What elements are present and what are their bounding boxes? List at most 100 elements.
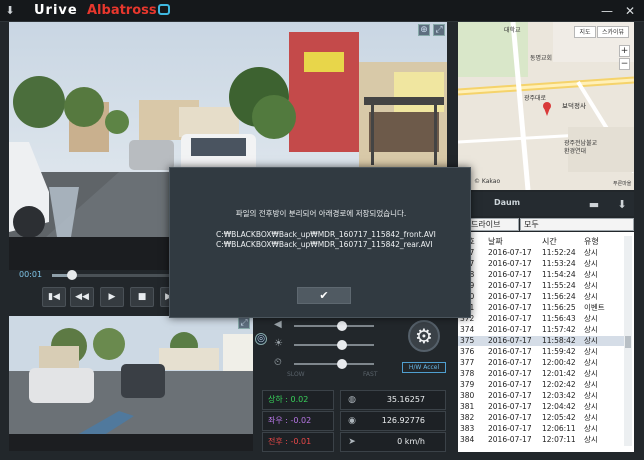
- table-row[interactable]: 376 2016-07-17 11:59:42 상시: [458, 347, 624, 357]
- download-icon[interactable]: ⬇: [2, 3, 18, 19]
- speed-handle[interactable]: [337, 359, 347, 369]
- table-row[interactable]: 3682016-07-1711:54:24상시: [458, 270, 624, 280]
- table-row[interactable]: 3692016-07-1711:55:24상시: [458, 281, 624, 291]
- header-type[interactable]: 유형: [584, 236, 599, 247]
- type-filter-select[interactable]: 모두: [520, 218, 634, 231]
- row-number: 383: [460, 424, 475, 433]
- brightness-slider[interactable]: ☀: [274, 338, 384, 352]
- brand-logo: Urive: [34, 3, 78, 18]
- volume-handle[interactable]: [337, 321, 347, 331]
- minimize-button[interactable]: —: [598, 2, 616, 20]
- swap-camera-icon[interactable]: ◎: [255, 333, 267, 345]
- list-scroll-thumb[interactable]: [625, 336, 631, 348]
- ok-button[interactable]: ✔: [297, 287, 351, 304]
- slow-label: SLOW: [287, 371, 305, 378]
- table-row[interactable]: 3772016-07-1711:52:24상시: [458, 248, 624, 258]
- map-view[interactable]: 대학교 광주대로 동명교회 보덕정사 광주전남불교 환경연대 푸른마을 지도 스…: [458, 22, 634, 190]
- product-logo: Albatross: [87, 3, 170, 18]
- download-list-icon[interactable]: ⬇: [614, 197, 630, 213]
- row-time: 12:07:11: [542, 435, 576, 444]
- close-button[interactable]: ✕: [621, 2, 639, 20]
- play-button[interactable]: ▶: [100, 287, 124, 307]
- brightness-handle[interactable]: [337, 340, 347, 350]
- row-time: 12:05:42: [542, 413, 576, 422]
- row-date: 2016-07-17: [488, 281, 532, 290]
- row-time: 12:02:42: [542, 380, 576, 389]
- list-toolbar: Daum ▬ ⬇: [458, 192, 634, 216]
- folder-icon[interactable]: ▬: [586, 197, 602, 213]
- table-row[interactable]: 374 2016-07-17 11:57:42 상시: [458, 325, 624, 335]
- row-time: 11:56:24: [542, 292, 576, 301]
- rear-camera-image: [9, 316, 253, 451]
- map-tab-map[interactable]: 지도: [574, 26, 596, 38]
- row-type: 상시: [584, 435, 598, 444]
- table-row[interactable]: 3672016-07-1711:53:24상시: [458, 259, 624, 269]
- brightness-track[interactable]: [294, 340, 374, 350]
- row-type: 상시: [584, 380, 598, 389]
- dialog-message: 파일의 전후방이 분리되어 아래경로에 저장되었습니다.: [235, 209, 407, 218]
- row-type: 상시: [584, 369, 598, 378]
- table-row[interactable]: 378 2016-07-17 12:01:42 상시: [458, 369, 624, 379]
- seek-bar-handle[interactable]: [66, 270, 77, 280]
- speed-slider[interactable]: ⏲: [274, 357, 384, 371]
- row-type: 상시: [584, 413, 598, 422]
- table-row[interactable]: 383 2016-07-17 12:06:11 상시: [458, 424, 624, 434]
- row-type: 상시: [584, 292, 598, 301]
- settings-gear-icon[interactable]: ⚙: [408, 320, 440, 352]
- map-label-university: 대학교: [504, 27, 521, 34]
- sensor-up-down: 상하 : 0.02: [262, 390, 334, 410]
- rear-fullscreen-icon[interactable]: ⤢: [238, 317, 250, 329]
- sensor-up-down-value: 상하 : 0.02: [268, 395, 309, 404]
- row-time: 12:04:42: [542, 402, 576, 411]
- row-type: 상시: [584, 358, 598, 367]
- table-row[interactable]: 382 2016-07-17 12:05:42 상시: [458, 413, 624, 423]
- row-date: 2016-07-17: [488, 314, 532, 323]
- brightness-icon: ☀: [274, 338, 283, 349]
- longitude-value: 126.92776: [381, 416, 425, 425]
- table-row[interactable]: 372 2016-07-17 11:56:43 상시: [458, 314, 624, 324]
- header-date[interactable]: 날짜: [488, 236, 503, 247]
- row-time: 11:55:24: [542, 281, 576, 290]
- header-time[interactable]: 시간: [542, 236, 557, 247]
- file-list[interactable]: 번호 날짜 시간 유형 3772016-07-1711:52:24상시36720…: [458, 232, 634, 452]
- row-date: 2016-07-17: [488, 259, 532, 268]
- row-time: 11:56:43: [542, 314, 576, 323]
- table-row[interactable]: 377 2016-07-17 12:00:42 상시: [458, 358, 624, 368]
- hw-accel-button[interactable]: H/W Accel: [402, 362, 446, 373]
- row-time: 11:54:24: [542, 270, 576, 279]
- zoom-out-button[interactable]: −: [619, 58, 630, 70]
- globe-icon: ◍: [348, 395, 356, 405]
- rear-camera-view[interactable]: ⤢: [9, 316, 253, 451]
- table-row[interactable]: 380 2016-07-17 12:03:42 상시: [458, 391, 624, 401]
- volume-slider[interactable]: ◀: [274, 319, 384, 333]
- row-date: 2016-07-17: [488, 248, 532, 257]
- list-header: 번호 날짜 시간 유형: [458, 234, 626, 247]
- fullscreen-icon[interactable]: ⤢: [433, 24, 445, 36]
- table-row[interactable]: 375 2016-07-17 11:58:42 상시: [458, 336, 624, 346]
- skip-previous-button[interactable]: ▮◀: [42, 287, 66, 307]
- row-number: 375: [460, 336, 475, 345]
- app-window: ⬇ Urive Albatross — ✕ ⊕ ⤢ 00:01 ▮◀ ◀◀ ▶ …: [0, 0, 644, 460]
- zoom-in-icon[interactable]: ⊕: [418, 24, 430, 36]
- row-time: 11:53:24: [542, 259, 576, 268]
- zoom-in-button[interactable]: +: [619, 45, 630, 57]
- table-row[interactable]: 3712016-07-1711:56:25이벤트: [458, 303, 624, 313]
- list-scrollbar[interactable]: [624, 236, 632, 446]
- volume-track[interactable]: [294, 321, 374, 331]
- speed-track[interactable]: [294, 359, 374, 369]
- map-tab-skyview[interactable]: 스카이뷰: [597, 26, 629, 38]
- row-time: 11:58:42: [542, 336, 576, 345]
- row-date: 2016-07-17: [488, 380, 532, 389]
- table-row[interactable]: 379 2016-07-17 12:02:42 상시: [458, 380, 624, 390]
- stop-button[interactable]: ■: [130, 287, 154, 307]
- table-row[interactable]: 3702016-07-1711:56:24상시: [458, 292, 624, 302]
- row-number: 378: [460, 369, 475, 378]
- drive-filter-select[interactable]: 드라이브: [467, 218, 519, 231]
- table-row[interactable]: 381 2016-07-17 12:04:42 상시: [458, 402, 624, 412]
- row-date: 2016-07-17: [488, 303, 532, 312]
- rewind-button[interactable]: ◀◀: [70, 287, 94, 307]
- fast-label: FAST: [363, 371, 378, 378]
- table-row[interactable]: 384 2016-07-17 12:07:11 상시: [458, 435, 624, 445]
- row-type: 이벤트: [584, 303, 605, 312]
- row-number: 382: [460, 413, 475, 422]
